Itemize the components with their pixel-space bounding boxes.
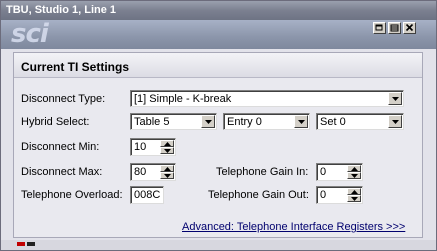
maximize-icon (390, 24, 399, 32)
panel-header: Current TI Settings (14, 53, 422, 78)
advanced-registers-link[interactable]: Advanced: Telephone Interface Registers … (182, 221, 405, 233)
telephone-gain-in-down-button[interactable] (347, 172, 361, 179)
disconnect-type-select[interactable]: [1] Simple - K-break (130, 90, 404, 107)
status-led-dark (27, 242, 35, 246)
disconnect-type-value: [1] Simple - K-break (134, 93, 232, 105)
chevron-down-icon (164, 149, 171, 153)
hybrid-table-dropdown-button[interactable] (201, 115, 215, 128)
header-banner: sci (1, 20, 436, 49)
disconnect-min-down-button[interactable] (160, 147, 174, 154)
chevron-down-icon (392, 120, 399, 124)
disconnect-min-up-button[interactable] (160, 140, 174, 147)
restore-icon (375, 24, 383, 31)
disconnect-min-label: Disconnect Min: (21, 141, 100, 153)
telephone-overload-label: Telephone Overload: (21, 189, 123, 201)
hybrid-set-dropdown-button[interactable] (388, 115, 402, 128)
hybrid-set-value: Set 0 (320, 116, 346, 128)
chevron-up-icon (164, 167, 171, 171)
chevron-down-icon (205, 120, 212, 124)
chevron-down-icon (351, 197, 358, 201)
disconnect-max-value: 80 (134, 166, 147, 178)
disconnect-type-label: Disconnect Type: (21, 93, 106, 105)
telephone-gain-in-label: Telephone Gain In: (216, 166, 309, 178)
telephone-gain-out-label: Telephone Gain Out: (208, 189, 309, 201)
status-bar (1, 240, 436, 250)
telephone-gain-out-value: 0 (320, 189, 327, 201)
telephone-overload-field[interactable]: 008C (130, 186, 164, 204)
disconnect-max-down-button[interactable] (160, 172, 174, 179)
app-window: TBU, Studio 1, Line 1 sci Current TI Set… (0, 0, 437, 251)
disconnect-type-dropdown-button[interactable] (388, 92, 402, 105)
window-title: TBU, Studio 1, Line 1 (6, 4, 117, 16)
ti-settings-panel: Current TI Settings Disconnect Type: [1]… (13, 52, 423, 238)
disconnect-max-up-button[interactable] (160, 165, 174, 172)
disconnect-max-stepper[interactable]: 80 (130, 163, 176, 181)
chevron-up-icon (164, 142, 171, 146)
maximize-button[interactable] (388, 22, 401, 34)
hybrid-entry-select[interactable]: Entry 0 (223, 113, 310, 130)
close-button[interactable] (403, 22, 416, 34)
disconnect-min-value: 10 (134, 141, 147, 153)
telephone-overload-value: 008C (134, 189, 161, 201)
telephone-gain-in-stepper[interactable]: 0 (316, 163, 363, 181)
restore-button[interactable] (373, 22, 386, 34)
telephone-gain-out-down-button[interactable] (347, 195, 361, 202)
status-led-red (17, 242, 25, 246)
sci-logo: sci (11, 19, 49, 49)
hybrid-table-value: Table 5 (134, 116, 170, 128)
panel-title: Current TI Settings (21, 60, 130, 74)
close-icon (405, 24, 414, 32)
chevron-down-icon (298, 120, 305, 124)
hybrid-set-select[interactable]: Set 0 (316, 113, 404, 130)
telephone-gain-in-up-button[interactable] (347, 165, 361, 172)
hybrid-table-select[interactable]: Table 5 (130, 113, 217, 130)
telephone-gain-in-value: 0 (320, 166, 327, 178)
title-bar[interactable]: TBU, Studio 1, Line 1 (1, 1, 436, 20)
hybrid-entry-dropdown-button[interactable] (294, 115, 308, 128)
chevron-down-icon (351, 174, 358, 178)
chevron-down-icon (392, 97, 399, 101)
hybrid-entry-value: Entry 0 (227, 116, 262, 128)
disconnect-max-label: Disconnect Max: (21, 166, 103, 178)
hybrid-select-label: Hybrid Select: (21, 116, 90, 128)
chevron-down-icon (164, 174, 171, 178)
chevron-up-icon (351, 167, 358, 171)
disconnect-min-stepper[interactable]: 10 (130, 138, 176, 156)
chevron-up-icon (351, 190, 358, 194)
telephone-gain-out-stepper[interactable]: 0 (316, 186, 363, 204)
telephone-gain-out-up-button[interactable] (347, 188, 361, 195)
